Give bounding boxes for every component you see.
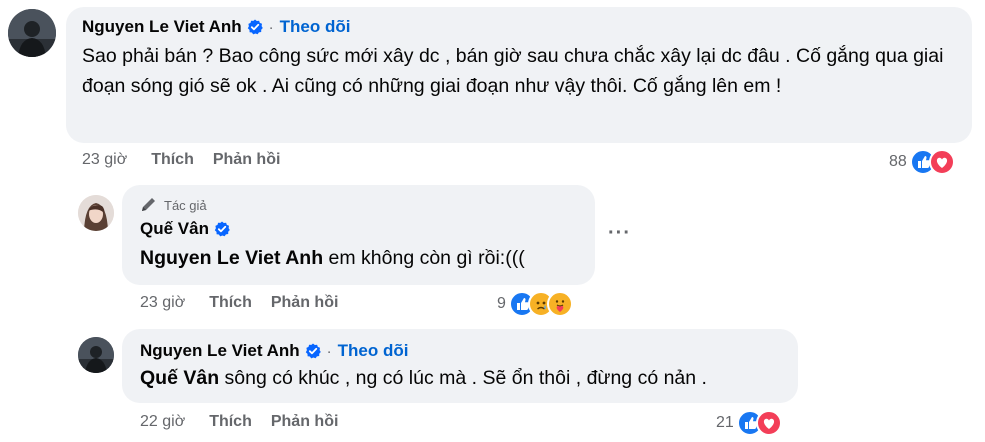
timestamp[interactable]: 22 giờ [140, 413, 185, 431]
comment-text: Sao phải bán ? Bao công sức mới xây dc ,… [82, 45, 944, 97]
follow-button[interactable]: Theo dõi [280, 17, 351, 37]
more-options-button[interactable]: ··· [608, 222, 631, 245]
author-name[interactable]: Nguyen Le Viet Anh [82, 17, 242, 37]
reaction-summary[interactable]: 9 [497, 291, 573, 317]
verified-badge-icon [214, 221, 230, 237]
like-button[interactable]: Thích [209, 294, 252, 312]
comment-header: Quế Vân [140, 219, 581, 239]
comment-body: sông có khúc , ng có lúc mà . Sẽ ổn thôi… [219, 367, 707, 389]
comment-actions: 22 giờ Thích Phản hồi [140, 413, 338, 431]
author-name[interactable]: Nguyen Le Viet Anh [140, 341, 300, 361]
comment-actions: 23 giờ Thích Phản hồi [82, 151, 280, 169]
comment-text: Quế Vân sông có khúc , ng có lúc mà . Sẽ… [140, 363, 784, 393]
reaction-count: 9 [497, 295, 506, 312]
reply-button[interactable]: Phản hồi [213, 151, 281, 169]
reply-button[interactable]: Phản hồi [271, 294, 339, 312]
verified-badge-icon [305, 343, 321, 359]
comment-actions: 23 giờ Thích Phản hồi [140, 294, 338, 312]
timestamp[interactable]: 23 giờ [140, 294, 185, 312]
mention-link[interactable]: Quế Vân [140, 367, 219, 389]
like-button[interactable]: Thích [209, 413, 252, 431]
like-button[interactable]: Thích [151, 151, 194, 169]
love-icon [928, 149, 955, 175]
mention-link[interactable]: Nguyen Le Viet Anh [140, 247, 323, 269]
author-name[interactable]: Quế Vân [140, 219, 209, 239]
reaction-summary[interactable]: 21 [716, 410, 782, 436]
love-icon [755, 410, 782, 436]
reaction-count: 21 [716, 414, 734, 431]
comment-text: Nguyen Le Viet Anh em không còn gì rồi:(… [140, 243, 581, 273]
care-icon [546, 291, 573, 317]
comment-header: Nguyen Le Viet Anh · Theo dõi [82, 17, 958, 37]
comment-body: em không còn gì rồi:((( [323, 247, 525, 269]
follow-button[interactable]: Theo dõi [338, 341, 409, 361]
comment-bubble: Tác giả Quế Vân Nguyen Le Viet Anh em kh… [122, 185, 595, 285]
verified-badge-icon [247, 19, 263, 35]
comment-bubble: Nguyen Le Viet Anh · Theo dõi Sao phải b… [66, 7, 972, 143]
reaction-count: 88 [889, 153, 907, 170]
author-badge: Tác giả [140, 197, 581, 213]
separator-dot: · [268, 18, 274, 36]
reply-button[interactable]: Phản hồi [271, 413, 339, 431]
pen-icon [142, 198, 155, 211]
avatar[interactable] [8, 9, 56, 57]
timestamp[interactable]: 23 giờ [82, 151, 127, 169]
comment-header: Nguyen Le Viet Anh · Theo dõi [140, 341, 784, 361]
author-badge-label: Tác giả [164, 197, 207, 213]
comment-bubble: Nguyen Le Viet Anh · Theo dõi Quế Vân sô… [122, 329, 798, 403]
separator-dot: · [326, 342, 332, 360]
avatar[interactable] [78, 195, 114, 231]
avatar[interactable] [78, 337, 114, 373]
reaction-summary[interactable]: 88 [889, 149, 955, 175]
